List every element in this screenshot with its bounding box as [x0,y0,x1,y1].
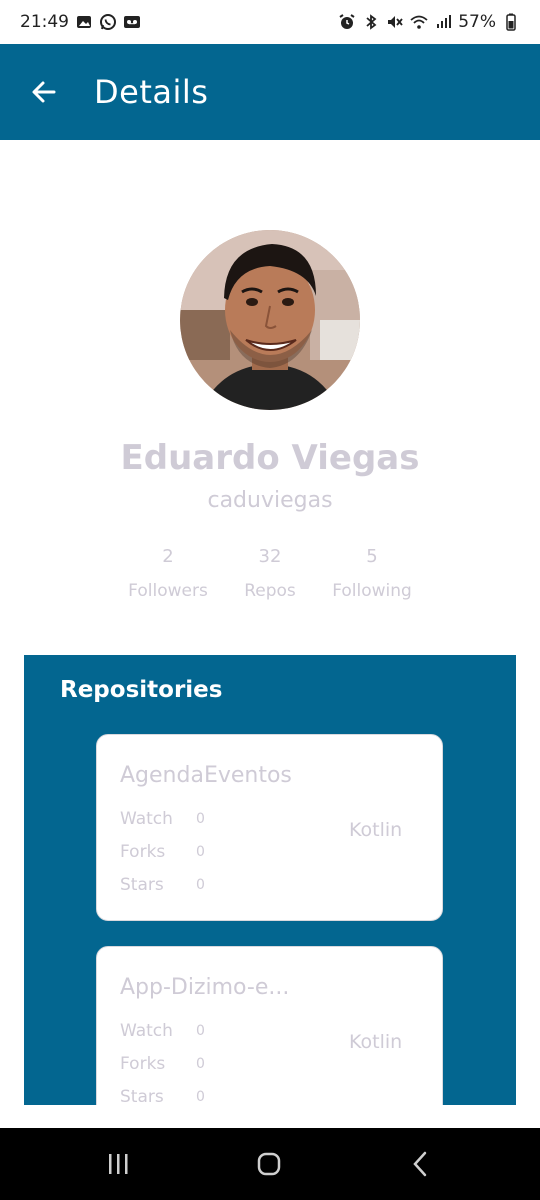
repo-card[interactable]: AgendaEventos Watch 0 Forks 0 Stars 0 Ko… [96,734,443,921]
repo-watch-value: 0 [196,811,205,827]
repo-watch-row: Watch 0 [120,1021,205,1041]
profile-name: Eduardo Viegas [120,438,420,478]
status-right: 57% [338,12,520,32]
battery-percent: 57% [458,12,496,32]
voicemail-icon [123,13,141,31]
mute-icon [386,13,404,31]
repo-forks-label: Forks [120,1054,166,1074]
profile-username: caduviegas [207,488,333,513]
home-button[interactable] [251,1146,287,1182]
nav-back-button[interactable] [403,1146,439,1182]
repo-watch-value: 0 [196,1023,205,1039]
repo-language: Kotlin [349,1031,403,1053]
recents-button[interactable] [100,1146,136,1182]
alarm-icon [338,13,356,31]
repo-name: App-Dizimo-e... [120,975,290,1000]
repo-language: Kotlin [349,819,403,841]
repo-card[interactable]: App-Dizimo-e... Watch 0 Forks 0 Stars 0 … [96,946,443,1105]
stat-value: 5 [366,546,378,567]
repo-forks-row: Forks 0 [120,842,205,862]
repo-watch-label: Watch [120,1021,173,1041]
bluetooth-icon [362,13,380,31]
repo-watch-label: Watch [120,809,173,829]
repo-name: AgendaEventos [120,763,292,788]
home-icon [257,1152,281,1176]
whatsapp-icon [99,13,117,31]
wifi-icon [410,13,428,31]
repo-stars-label: Stars [120,1087,164,1105]
repositories-title: Repositories [60,677,223,703]
back-button[interactable] [28,76,60,108]
signal-icon [434,13,452,31]
avatar [180,230,360,410]
battery-icon [502,13,520,31]
repo-forks-label: Forks [120,842,166,862]
page-title: Details [94,73,209,111]
arrow-back-icon [32,81,56,103]
system-nav-bar [0,1128,540,1200]
repo-stars-label: Stars [120,875,164,895]
gallery-icon [75,13,93,31]
status-time: 21:49 [20,12,69,32]
status-bar: 21:49 57% [0,0,540,44]
stat-label: Following [332,581,412,601]
repo-stars-row: Stars 0 [120,1087,205,1105]
status-left: 21:49 [20,12,141,32]
repo-stars-value: 0 [196,877,205,893]
repositories-panel[interactable]: Repositories AgendaEventos Watch 0 Forks… [24,655,516,1105]
stat-following: 5 Following [312,546,432,601]
repo-forks-row: Forks 0 [120,1054,205,1074]
repo-stars-value: 0 [196,1089,205,1105]
repo-stars-row: Stars 0 [120,875,205,895]
repo-watch-row: Watch 0 [120,809,205,829]
recents-icon [109,1154,128,1174]
repo-forks-value: 0 [196,844,205,860]
back-nav-icon [413,1151,427,1177]
app-bar: Details [0,44,540,140]
repo-forks-value: 0 [196,1056,205,1072]
